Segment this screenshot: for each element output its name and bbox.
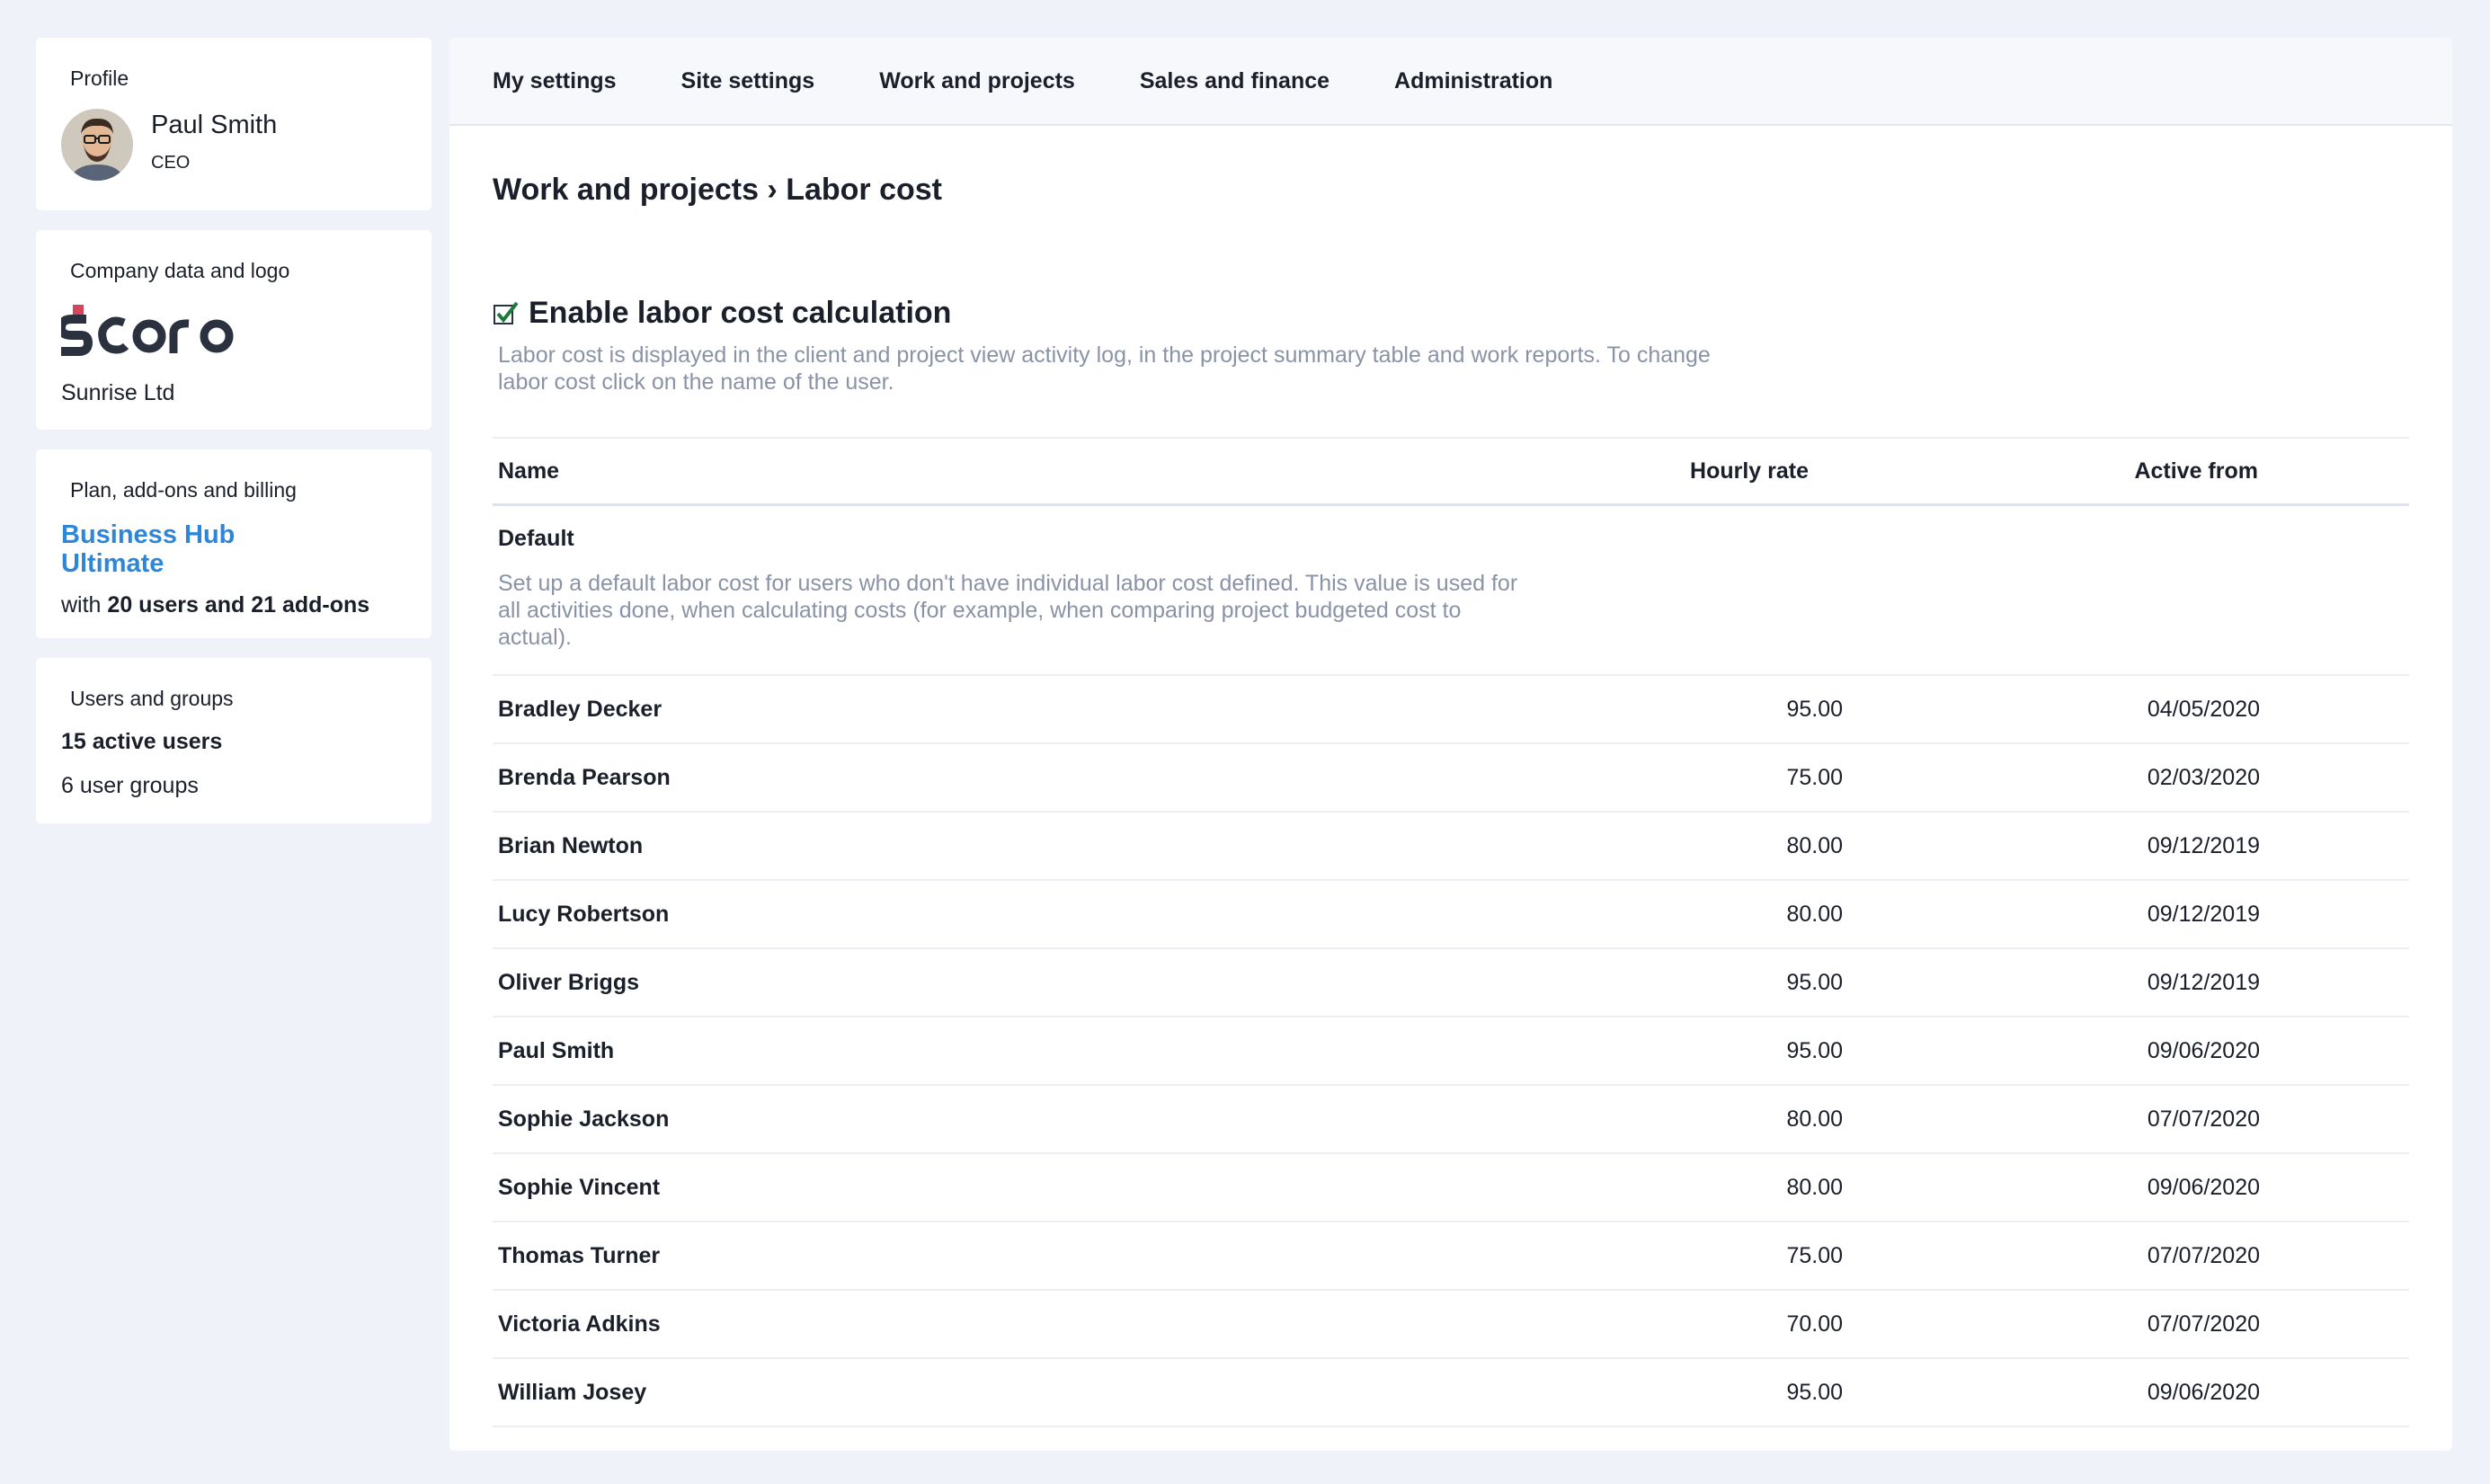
user-name[interactable]: Thomas Turner <box>493 1243 1582 1269</box>
active-from: 09/06/2020 <box>2147 1379 2260 1405</box>
table-row[interactable]: Victoria Adkins 70.00 07/07/2020 <box>493 1291 2409 1359</box>
user-name[interactable]: Paul Smith <box>493 1038 1582 1064</box>
user-name[interactable]: Bradley Decker <box>493 697 1582 723</box>
tab-site-settings[interactable]: Site settings <box>681 68 815 94</box>
company-logo <box>56 301 406 359</box>
table-row[interactable]: Sophie Jackson 80.00 07/07/2020 <box>493 1086 2409 1154</box>
active-from: 09/12/2019 <box>2147 969 2260 995</box>
active-from: 02/03/2020 <box>2147 764 2260 790</box>
plan-card[interactable]: Plan, add-ons and billing Business Hub U… <box>36 449 431 638</box>
company-card-title: Company data and logo <box>70 259 290 282</box>
checkbox-checked-icon[interactable] <box>493 300 520 327</box>
hourly-rate: 70.00 <box>1786 1311 1843 1337</box>
active-from: 07/07/2020 <box>2147 1311 2260 1337</box>
plan-name-line2: Ultimate <box>61 549 165 578</box>
hourly-rate: 80.00 <box>1786 1106 1843 1132</box>
table-row[interactable]: Brenda Pearson 75.00 02/03/2020 <box>493 744 2409 813</box>
hourly-rate: 95.00 <box>1786 1037 1843 1063</box>
user-groups-count: 6 user groups <box>61 773 199 798</box>
user-name[interactable]: William Josey <box>493 1380 1582 1406</box>
hourly-rate: 75.00 <box>1786 1242 1843 1268</box>
table-row[interactable]: Bradley Decker 95.00 04/05/2020 <box>493 676 2409 744</box>
users-card-title: Users and groups <box>70 687 234 710</box>
table-row[interactable]: Brian Newton 80.00 09/12/2019 <box>493 813 2409 881</box>
table-row[interactable]: Thomas Turner 75.00 07/07/2020 <box>493 1222 2409 1291</box>
profile-role: CEO <box>151 153 191 173</box>
enable-labor-cost-description: Labor cost is displayed in the client an… <box>498 342 1711 395</box>
hourly-rate: 95.00 <box>1786 969 1843 995</box>
user-name[interactable]: Sophie Jackson <box>493 1106 1582 1133</box>
hourly-rate: 75.00 <box>1786 764 1843 790</box>
users-card[interactable]: Users and groups 15 active users 6 user … <box>36 658 431 823</box>
tab-work-and-projects[interactable]: Work and projects <box>879 68 1075 94</box>
sidebar: Profile Paul Smith CEO Company data and … <box>36 38 431 843</box>
tab-administration[interactable]: Administration <box>1394 68 1552 94</box>
header-hourly-rate: Hourly rate <box>1690 458 1809 484</box>
active-from: 07/07/2020 <box>2147 1106 2260 1132</box>
hourly-rate: 80.00 <box>1786 1174 1843 1200</box>
plan-detail-prefix: with <box>61 592 102 618</box>
default-row[interactable]: Default Set up a default labor cost for … <box>493 506 2409 676</box>
plan-name[interactable]: Business Hub Ultimate <box>61 520 406 578</box>
active-users-count: 15 active users <box>61 729 223 754</box>
user-name[interactable]: Victoria Adkins <box>493 1311 1582 1337</box>
profile-card-title: Profile <box>70 67 129 90</box>
tab-my-settings[interactable]: My settings <box>493 68 617 94</box>
plan-name-line1: Business Hub <box>61 520 236 549</box>
hourly-rate: 95.00 <box>1786 696 1843 722</box>
scoro-logo-icon <box>56 305 234 356</box>
table-row[interactable]: Oliver Briggs 95.00 09/12/2019 <box>493 949 2409 1017</box>
avatar[interactable] <box>61 109 133 181</box>
enable-labor-cost-label[interactable]: Enable labor cost calculation <box>529 296 951 331</box>
main-panel: My settings Site settings Work and proje… <box>449 38 2452 1451</box>
plan-detail: with 20 users and 21 add-ons <box>61 592 406 618</box>
active-from: 09/06/2020 <box>2147 1174 2260 1200</box>
default-title: Default <box>498 526 574 551</box>
plan-card-title: Plan, add-ons and billing <box>70 478 297 502</box>
company-card[interactable]: Company data and logo Sunrise Ltd <box>36 230 431 430</box>
active-from: 09/12/2019 <box>2147 901 2260 927</box>
hourly-rate: 95.00 <box>1786 1379 1843 1405</box>
tab-sales-and-finance[interactable]: Sales and finance <box>1140 68 1329 94</box>
active-from: 04/05/2020 <box>2147 696 2260 722</box>
table-row[interactable]: Lucy Robertson 80.00 09/12/2019 <box>493 881 2409 949</box>
page-title: Work and projects › Labor cost <box>493 173 943 207</box>
table-header: Name Hourly rate Active from <box>493 439 2409 506</box>
user-name[interactable]: Oliver Briggs <box>493 970 1582 996</box>
profile-card[interactable]: Profile Paul Smith CEO <box>36 38 431 210</box>
enable-labor-cost-row[interactable]: Enable labor cost calculation <box>493 296 2409 331</box>
settings-tabs: My settings Site settings Work and proje… <box>449 38 2452 126</box>
active-from: 09/06/2020 <box>2147 1037 2260 1063</box>
user-name[interactable]: Brenda Pearson <box>493 765 1582 791</box>
table-row[interactable]: Paul Smith 95.00 09/06/2020 <box>493 1017 2409 1086</box>
header-name: Name <box>498 458 560 484</box>
header-active-from: Active from <box>2134 458 2258 484</box>
content: Work and projects › Labor cost Enable la… <box>449 173 2452 1427</box>
user-name[interactable]: Brian Newton <box>493 833 1582 859</box>
hourly-rate: 80.00 <box>1786 901 1843 927</box>
hourly-rate: 80.00 <box>1786 832 1843 858</box>
profile-row: Paul Smith CEO <box>61 109 406 181</box>
default-description: Set up a default labor cost for users wh… <box>498 571 1518 650</box>
labor-cost-table: Name Hourly rate Active from Default Set… <box>493 437 2409 1427</box>
plan-detail-count: 20 users and 21 add-ons <box>107 592 370 618</box>
table-rows: Bradley Decker 95.00 04/05/2020 Brenda Pear… <box>493 676 2409 1427</box>
company-name: Sunrise Ltd <box>61 380 175 405</box>
user-name[interactable]: Lucy Robertson <box>493 902 1582 928</box>
profile-text: Paul Smith CEO <box>151 111 277 173</box>
user-name[interactable]: Sophie Vincent <box>493 1175 1582 1201</box>
table-row[interactable]: William Josey 95.00 09/06/2020 <box>493 1359 2409 1427</box>
active-from: 07/07/2020 <box>2147 1242 2260 1268</box>
table-row[interactable]: Sophie Vincent 80.00 09/06/2020 <box>493 1154 2409 1222</box>
profile-name[interactable]: Paul Smith <box>151 111 277 140</box>
active-from: 09/12/2019 <box>2147 832 2260 858</box>
